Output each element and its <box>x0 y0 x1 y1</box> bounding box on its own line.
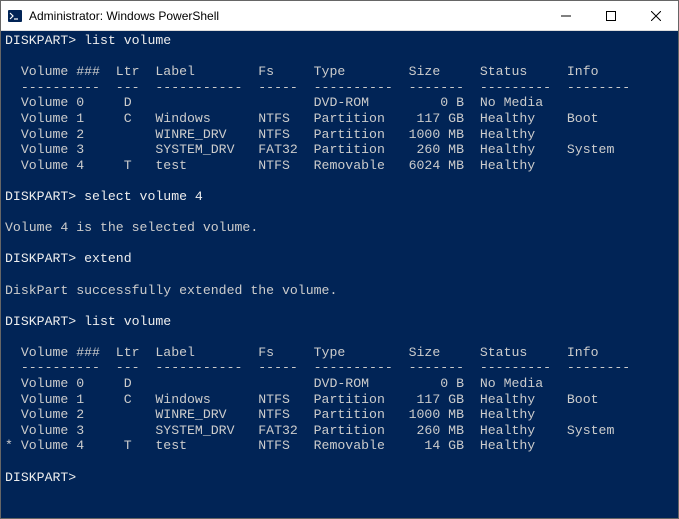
maximize-button[interactable] <box>588 1 633 30</box>
minimize-icon <box>561 11 571 21</box>
message: DiskPart successfully extended the volum… <box>5 283 337 298</box>
titlebar[interactable]: Administrator: Windows PowerShell <box>1 1 678 31</box>
table-separator: ---------- --- ----------- ----- -------… <box>5 80 630 95</box>
prompt: DISKPART> <box>5 251 84 266</box>
window-title: Administrator: Windows PowerShell <box>29 9 543 23</box>
maximize-icon <box>606 11 616 21</box>
prompt: DISKPART> <box>5 189 84 204</box>
table-row: Volume 2 WINRE_DRV NTFS Partition 1000 M… <box>5 407 535 422</box>
close-button[interactable] <box>633 1 678 30</box>
command: list volume <box>84 33 171 48</box>
close-icon <box>651 11 661 21</box>
table-row: Volume 3 SYSTEM_DRV FAT32 Partition 260 … <box>5 423 614 438</box>
prompt: DISKPART> <box>5 470 76 485</box>
table-row: Volume 3 SYSTEM_DRV FAT32 Partition 260 … <box>5 142 614 157</box>
prompt: DISKPART> <box>5 33 84 48</box>
table-header: Volume ### Ltr Label Fs Type Size Status… <box>5 64 599 79</box>
table-header: Volume ### Ltr Label Fs Type Size Status… <box>5 345 599 360</box>
prompt: DISKPART> <box>5 314 84 329</box>
table-separator: ---------- --- ----------- ----- -------… <box>5 360 630 375</box>
table-row: Volume 2 WINRE_DRV NTFS Partition 1000 M… <box>5 127 535 142</box>
command: extend <box>84 251 131 266</box>
minimize-button[interactable] <box>543 1 588 30</box>
command: select volume 4 <box>84 189 203 204</box>
table-row: Volume 1 C Windows NTFS Partition 117 GB… <box>5 111 599 126</box>
command: list volume <box>84 314 171 329</box>
table-row: Volume 0 D DVD-ROM 0 B No Media <box>5 95 543 110</box>
table-row: Volume 4 T test NTFS Removable 6024 MB H… <box>5 158 535 173</box>
message: Volume 4 is the selected volume. <box>5 220 258 235</box>
powershell-icon <box>7 8 23 24</box>
terminal-output[interactable]: DISKPART> list volume Volume ### Ltr Lab… <box>1 31 678 518</box>
table-row: Volume 0 D DVD-ROM 0 B No Media <box>5 376 543 391</box>
table-row: Volume 1 C Windows NTFS Partition 117 GB… <box>5 392 599 407</box>
window-controls <box>543 1 678 30</box>
table-row: * Volume 4 T test NTFS Removable 14 GB H… <box>5 438 535 453</box>
